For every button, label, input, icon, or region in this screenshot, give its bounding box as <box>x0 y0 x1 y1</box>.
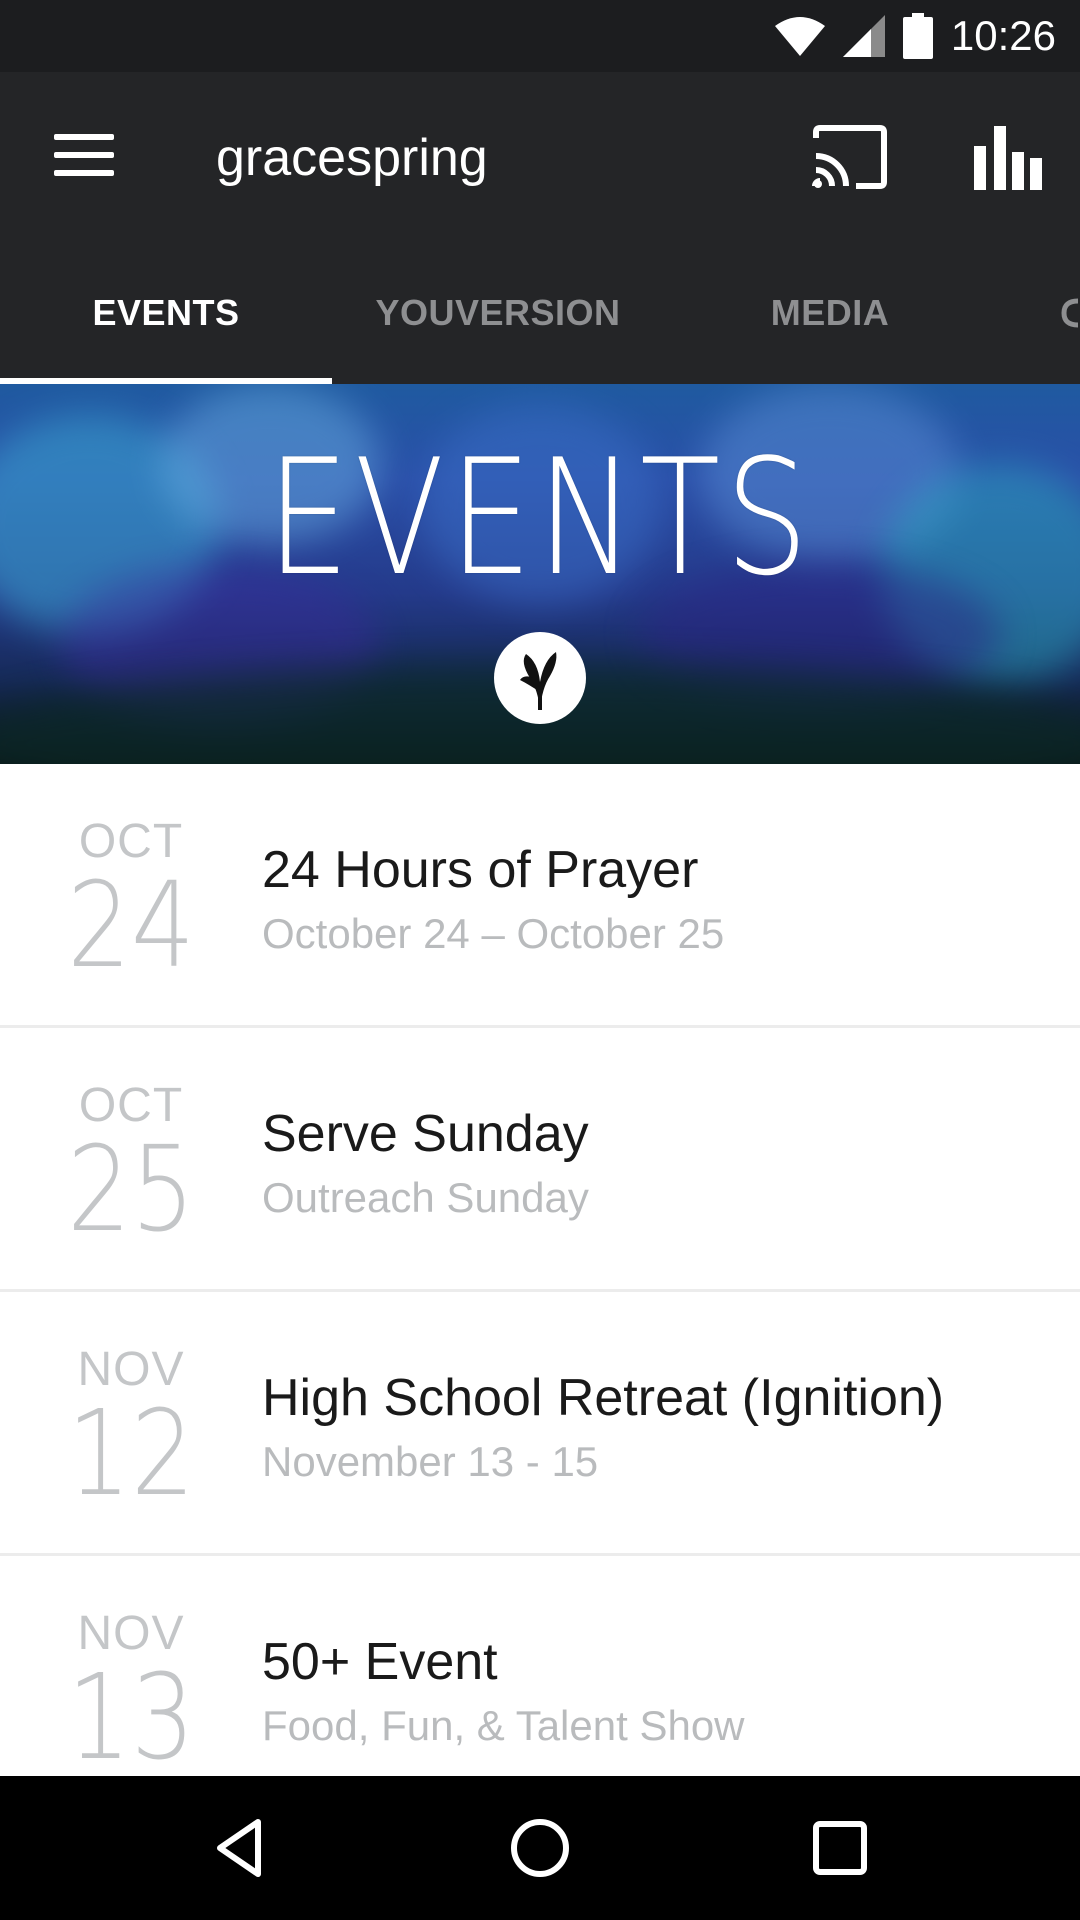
tab-bar: EVENTS YOUVERSION MEDIA <box>0 242 1080 384</box>
event-subtitle: October 24 – October 25 <box>262 910 725 957</box>
home-icon[interactable] <box>504 1812 576 1884</box>
back-icon[interactable] <box>204 1812 276 1884</box>
bar-chart-icon[interactable] <box>968 122 1044 192</box>
wifi-icon <box>774 17 825 56</box>
status-icons: 10:26 <box>774 0 1056 72</box>
tab-events[interactable]: EVENTS <box>0 242 332 384</box>
menu-icon[interactable] <box>44 124 116 188</box>
list-item[interactable]: NOV 12 High School Retreat (Ignition) No… <box>0 1292 1080 1556</box>
event-subtitle: Food, Fun, & Talent Show <box>262 1702 745 1749</box>
cell-signal-icon <box>842 15 885 57</box>
event-subtitle: November 13 - 15 <box>262 1438 599 1485</box>
event-list: OCT 24 24 Hours of Prayer October 24 – O… <box>0 764 1080 1776</box>
event-title: 24 Hours of Prayer <box>262 841 699 899</box>
cast-icon[interactable] <box>812 124 888 190</box>
app-bar: gracespring <box>0 72 1080 242</box>
sprout-icon <box>520 652 557 710</box>
list-item[interactable]: OCT 24 24 Hours of Prayer October 24 – O… <box>0 764 1080 1028</box>
partial-tab-glyph <box>1061 298 1079 328</box>
event-title: 50+ Event <box>262 1633 498 1691</box>
event-day: 24 <box>67 856 195 994</box>
list-item[interactable]: OCT 25 Serve Sunday Outreach Sunday <box>0 1028 1080 1292</box>
battery-icon <box>902 13 933 59</box>
status-bar: 10:26 <box>0 0 1080 72</box>
events-banner: EVENTS <box>0 384 1080 764</box>
tab-overflow-partial[interactable] <box>1060 242 1080 384</box>
event-day: 12 <box>67 1384 195 1522</box>
system-nav-bar <box>0 1776 1080 1920</box>
event-day: 25 <box>67 1120 195 1258</box>
recents-icon[interactable] <box>804 1812 876 1884</box>
banner-title: EVENTS <box>266 424 814 611</box>
event-title: High School Retreat (Ignition) <box>262 1369 945 1427</box>
event-title: Serve Sunday <box>262 1105 589 1163</box>
church-logo-icon <box>494 632 586 724</box>
app-title: gracespring <box>216 129 488 187</box>
tab-media[interactable]: MEDIA <box>664 242 996 384</box>
status-time: 10:26 <box>950 12 1056 59</box>
tab-youversion[interactable]: YOUVERSION <box>332 242 664 384</box>
list-item[interactable]: NOV 13 50+ Event Food, Fun, & Talent Sho… <box>0 1556 1080 1776</box>
event-day: 13 <box>67 1648 195 1776</box>
event-subtitle: Outreach Sunday <box>262 1174 589 1221</box>
